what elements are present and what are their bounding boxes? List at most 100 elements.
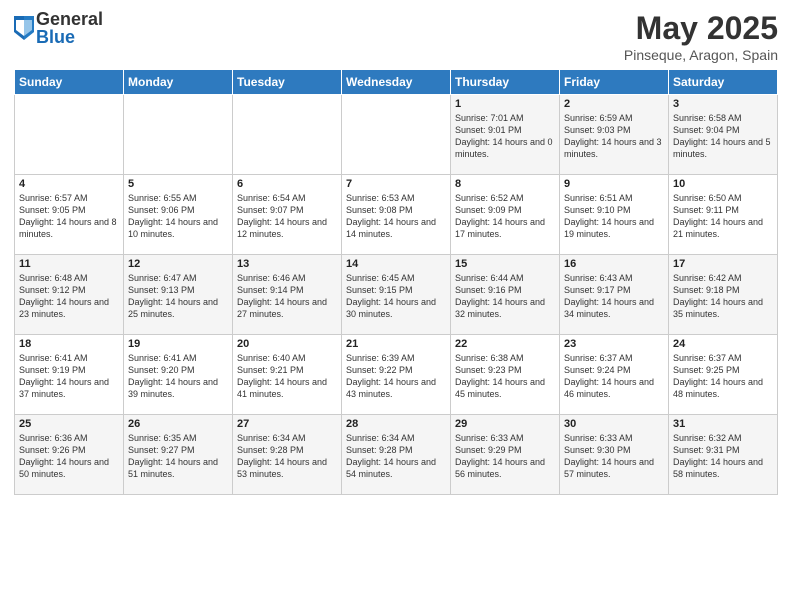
- cell-sunset: Sunset: 9:31 PM: [673, 444, 773, 456]
- calendar-cell: 8 Sunrise: 6:52 AM Sunset: 9:09 PM Dayli…: [451, 175, 560, 255]
- cell-sunrise: Sunrise: 6:32 AM: [673, 432, 773, 444]
- header: General Blue May 2025 Pinseque, Aragon, …: [14, 10, 778, 63]
- cell-sunrise: Sunrise: 6:45 AM: [346, 272, 446, 284]
- calendar-week-3: 11 Sunrise: 6:48 AM Sunset: 9:12 PM Dayl…: [15, 255, 778, 335]
- cell-daylight: Daylight: 14 hours and 48 minutes.: [673, 376, 773, 400]
- cell-daylight: Daylight: 14 hours and 46 minutes.: [564, 376, 664, 400]
- cell-sunrise: Sunrise: 6:41 AM: [128, 352, 228, 364]
- calendar-cell: [15, 95, 124, 175]
- cell-sunset: Sunset: 9:26 PM: [19, 444, 119, 456]
- calendar-cell: 21 Sunrise: 6:39 AM Sunset: 9:22 PM Dayl…: [342, 335, 451, 415]
- cell-day-number: 30: [564, 418, 664, 430]
- cell-sunrise: Sunrise: 6:51 AM: [564, 192, 664, 204]
- calendar-cell: 17 Sunrise: 6:42 AM Sunset: 9:18 PM Dayl…: [669, 255, 778, 335]
- cell-day-number: 16: [564, 258, 664, 270]
- cell-day-number: 28: [346, 418, 446, 430]
- header-tuesday: Tuesday: [233, 70, 342, 95]
- cell-daylight: Daylight: 14 hours and 39 minutes.: [128, 376, 228, 400]
- cell-sunrise: Sunrise: 6:55 AM: [128, 192, 228, 204]
- cell-daylight: Daylight: 14 hours and 10 minutes.: [128, 216, 228, 240]
- cell-daylight: Daylight: 14 hours and 17 minutes.: [455, 216, 555, 240]
- calendar-week-4: 18 Sunrise: 6:41 AM Sunset: 9:19 PM Dayl…: [15, 335, 778, 415]
- cell-sunset: Sunset: 9:13 PM: [128, 284, 228, 296]
- cell-sunset: Sunset: 9:04 PM: [673, 124, 773, 136]
- cell-daylight: Daylight: 14 hours and 34 minutes.: [564, 296, 664, 320]
- cell-day-number: 23: [564, 338, 664, 350]
- calendar-week-1: 1 Sunrise: 7:01 AM Sunset: 9:01 PM Dayli…: [15, 95, 778, 175]
- cell-day-number: 13: [237, 258, 337, 270]
- calendar-table: Sunday Monday Tuesday Wednesday Thursday…: [14, 69, 778, 495]
- cell-sunset: Sunset: 9:03 PM: [564, 124, 664, 136]
- cell-day-number: 14: [346, 258, 446, 270]
- calendar-cell: 10 Sunrise: 6:50 AM Sunset: 9:11 PM Dayl…: [669, 175, 778, 255]
- cell-sunrise: Sunrise: 6:54 AM: [237, 192, 337, 204]
- cell-day-number: 8: [455, 178, 555, 190]
- cell-sunrise: Sunrise: 6:53 AM: [346, 192, 446, 204]
- cell-sunrise: Sunrise: 6:44 AM: [455, 272, 555, 284]
- cell-daylight: Daylight: 14 hours and 37 minutes.: [19, 376, 119, 400]
- cell-sunrise: Sunrise: 6:37 AM: [673, 352, 773, 364]
- cell-sunrise: Sunrise: 6:34 AM: [237, 432, 337, 444]
- header-saturday: Saturday: [669, 70, 778, 95]
- cell-day-number: 24: [673, 338, 773, 350]
- cell-sunset: Sunset: 9:25 PM: [673, 364, 773, 376]
- cell-day-number: 1: [455, 98, 555, 110]
- cell-day-number: 15: [455, 258, 555, 270]
- logo-general: General: [36, 10, 103, 28]
- cell-daylight: Daylight: 14 hours and 58 minutes.: [673, 456, 773, 480]
- cell-sunset: Sunset: 9:30 PM: [564, 444, 664, 456]
- cell-day-number: 31: [673, 418, 773, 430]
- cell-daylight: Daylight: 14 hours and 57 minutes.: [564, 456, 664, 480]
- cell-sunset: Sunset: 9:07 PM: [237, 204, 337, 216]
- cell-daylight: Daylight: 14 hours and 32 minutes.: [455, 296, 555, 320]
- cell-sunset: Sunset: 9:19 PM: [19, 364, 119, 376]
- cell-sunrise: Sunrise: 6:58 AM: [673, 112, 773, 124]
- cell-day-number: 11: [19, 258, 119, 270]
- cell-sunset: Sunset: 9:14 PM: [237, 284, 337, 296]
- cell-sunset: Sunset: 9:28 PM: [346, 444, 446, 456]
- calendar-cell: 14 Sunrise: 6:45 AM Sunset: 9:15 PM Dayl…: [342, 255, 451, 335]
- cell-sunset: Sunset: 9:10 PM: [564, 204, 664, 216]
- cell-sunrise: Sunrise: 6:39 AM: [346, 352, 446, 364]
- cell-daylight: Daylight: 14 hours and 21 minutes.: [673, 216, 773, 240]
- cell-day-number: 25: [19, 418, 119, 430]
- calendar-cell: 24 Sunrise: 6:37 AM Sunset: 9:25 PM Dayl…: [669, 335, 778, 415]
- cell-sunset: Sunset: 9:24 PM: [564, 364, 664, 376]
- calendar-cell: 20 Sunrise: 6:40 AM Sunset: 9:21 PM Dayl…: [233, 335, 342, 415]
- cell-sunset: Sunset: 9:23 PM: [455, 364, 555, 376]
- cell-daylight: Daylight: 14 hours and 43 minutes.: [346, 376, 446, 400]
- calendar-cell: 31 Sunrise: 6:32 AM Sunset: 9:31 PM Dayl…: [669, 415, 778, 495]
- cell-day-number: 2: [564, 98, 664, 110]
- calendar-cell: [124, 95, 233, 175]
- cell-sunrise: Sunrise: 6:46 AM: [237, 272, 337, 284]
- calendar-cell: 19 Sunrise: 6:41 AM Sunset: 9:20 PM Dayl…: [124, 335, 233, 415]
- cell-day-number: 4: [19, 178, 119, 190]
- calendar-cell: 25 Sunrise: 6:36 AM Sunset: 9:26 PM Dayl…: [15, 415, 124, 495]
- cell-day-number: 6: [237, 178, 337, 190]
- cell-daylight: Daylight: 14 hours and 35 minutes.: [673, 296, 773, 320]
- cell-sunrise: Sunrise: 6:37 AM: [564, 352, 664, 364]
- calendar-cell: 23 Sunrise: 6:37 AM Sunset: 9:24 PM Dayl…: [560, 335, 669, 415]
- calendar-cell: 5 Sunrise: 6:55 AM Sunset: 9:06 PM Dayli…: [124, 175, 233, 255]
- cell-sunrise: Sunrise: 6:40 AM: [237, 352, 337, 364]
- cell-sunrise: Sunrise: 6:42 AM: [673, 272, 773, 284]
- cell-day-number: 22: [455, 338, 555, 350]
- calendar-cell: 6 Sunrise: 6:54 AM Sunset: 9:07 PM Dayli…: [233, 175, 342, 255]
- cell-sunrise: Sunrise: 6:33 AM: [455, 432, 555, 444]
- cell-day-number: 3: [673, 98, 773, 110]
- title-block: May 2025 Pinseque, Aragon, Spain: [624, 10, 778, 63]
- header-monday: Monday: [124, 70, 233, 95]
- header-sunday: Sunday: [15, 70, 124, 95]
- cell-sunset: Sunset: 9:27 PM: [128, 444, 228, 456]
- cell-day-number: 27: [237, 418, 337, 430]
- cell-day-number: 7: [346, 178, 446, 190]
- calendar-cell: 3 Sunrise: 6:58 AM Sunset: 9:04 PM Dayli…: [669, 95, 778, 175]
- calendar-cell: 13 Sunrise: 6:46 AM Sunset: 9:14 PM Dayl…: [233, 255, 342, 335]
- calendar-cell: 30 Sunrise: 6:33 AM Sunset: 9:30 PM Dayl…: [560, 415, 669, 495]
- cell-daylight: Daylight: 14 hours and 53 minutes.: [237, 456, 337, 480]
- cell-sunrise: Sunrise: 6:35 AM: [128, 432, 228, 444]
- cell-sunrise: Sunrise: 6:50 AM: [673, 192, 773, 204]
- calendar-cell: 9 Sunrise: 6:51 AM Sunset: 9:10 PM Dayli…: [560, 175, 669, 255]
- header-friday: Friday: [560, 70, 669, 95]
- cell-day-number: 10: [673, 178, 773, 190]
